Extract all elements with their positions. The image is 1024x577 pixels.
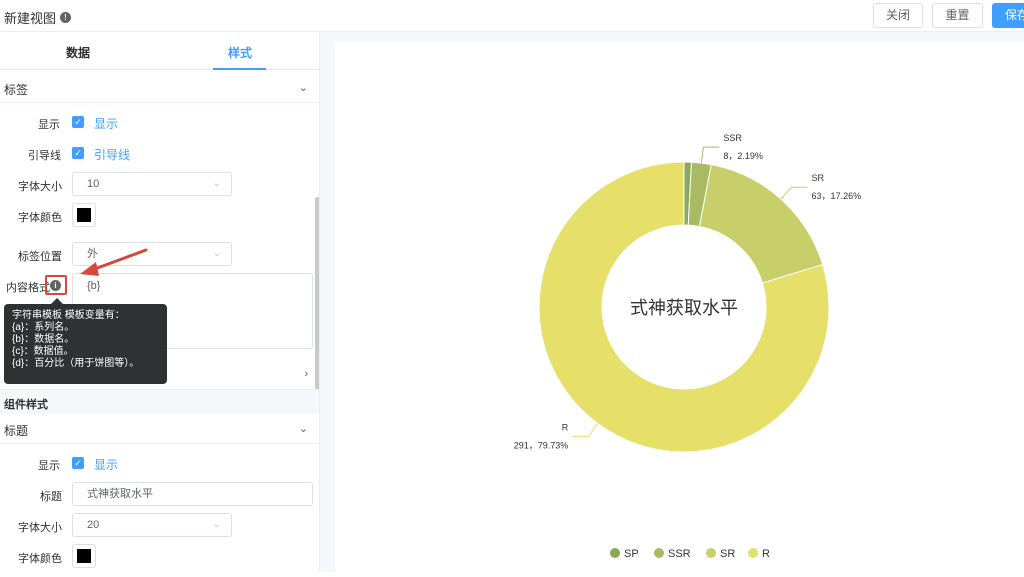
tab-bar: 数据 样式 <box>0 32 319 70</box>
label-leader-line <box>780 186 808 200</box>
top-bar: 新建视图 ! 关闭 重置 保存 <box>0 0 1024 32</box>
settings-panel: 数据 样式 标签 ⌄ 显示 ✓ 显示 引导线 ✓ 引导线 字体大小 10 ⌄ 字… <box>0 32 320 572</box>
legend-marker-sr[interactable] <box>706 548 716 558</box>
page-title-text: 新建视图 <box>4 11 57 26</box>
tab-style[interactable]: 样式 <box>228 44 252 61</box>
component-style-bar: 组件样式 <box>0 390 319 414</box>
title-show-label: 显示 <box>38 460 60 472</box>
color-swatch <box>77 549 91 563</box>
title-show-checkbox[interactable]: ✓ <box>72 457 84 469</box>
page-title: 新建视图 ! <box>4 8 72 27</box>
info-icon[interactable]: i <box>50 280 61 291</box>
font-size-label: 字体大小 <box>18 181 62 193</box>
legend-marker-ssr[interactable] <box>654 548 664 558</box>
slice-label-name: SSR <box>723 133 742 143</box>
chart-title: 式神获取水平 <box>630 298 738 318</box>
reset-button[interactable]: 重置 <box>932 3 983 28</box>
font-size-select[interactable]: 10 ⌄ <box>72 172 232 196</box>
guide-line-checkbox-text[interactable]: 引导线 <box>94 146 130 163</box>
label-position-value: 外 <box>87 248 98 260</box>
label-position-label: 标签位置 <box>18 251 62 263</box>
guide-line-label: 引导线 <box>28 150 61 162</box>
pie-slice-sr[interactable] <box>698 164 824 284</box>
title-section-header[interactable]: 标题 ⌄ <box>0 414 319 444</box>
component-style-heading: 组件样式 <box>4 399 48 411</box>
close-button[interactable]: 关闭 <box>873 3 923 28</box>
label-section-header[interactable]: 标签 ⌄ <box>0 73 319 103</box>
label-leader-line <box>572 423 599 437</box>
format-tooltip: 字符串模板 模板变量有： {a}：系列名。 {b}：数据名。 {c}：数据值。 … <box>4 304 167 384</box>
chevron-right-icon: › <box>304 368 308 380</box>
tooltip-line: {b}：数据名。 <box>12 334 75 345</box>
chevron-down-icon: ⌄ <box>298 423 308 435</box>
label-leader-line <box>700 146 720 164</box>
color-swatch <box>77 208 91 222</box>
title-font-size-label: 字体大小 <box>18 522 62 534</box>
label-position-select[interactable]: 外 ⌄ <box>72 242 232 266</box>
content-format-label: 内容格式 <box>6 282 50 294</box>
slice-label-name: R <box>562 422 569 432</box>
slice-label-value: 291，79.73% <box>514 440 569 450</box>
tooltip-line: {c}：数据值。 <box>12 346 74 357</box>
chevron-down-icon: ⌄ <box>298 82 308 94</box>
preview-area: 式神获取水平 SSR 8，2.19% SR 63，17.26% R 291，79.73% SP… <box>320 32 1024 572</box>
chevron-down-icon: ⌄ <box>212 248 221 259</box>
tab-active-indicator <box>213 68 266 70</box>
legend-label[interactable]: SR <box>720 548 735 560</box>
tooltip-line: {a}：系列名。 <box>12 322 75 333</box>
legend-marker-r[interactable] <box>748 548 758 558</box>
title-font-color-label: 字体颜色 <box>18 553 62 565</box>
tooltip-line: {d}：百分比（用于饼图等）。 <box>12 358 140 369</box>
label-section-title: 标签 <box>4 83 29 97</box>
font-color-picker[interactable] <box>72 203 96 227</box>
save-button[interactable]: 保存 <box>992 3 1024 28</box>
show-checkbox[interactable]: ✓ <box>72 116 84 128</box>
title-font-size-value: 20 <box>87 519 100 531</box>
chevron-down-icon: ⌄ <box>212 178 221 189</box>
slice-label-value: 8，2.19% <box>723 151 763 161</box>
chevron-down-icon: ⌄ <box>212 519 221 530</box>
title-section-title: 标题 <box>4 424 29 438</box>
guide-line-checkbox[interactable]: ✓ <box>72 147 84 159</box>
title-font-color-picker[interactable] <box>72 544 96 568</box>
tooltip-line: 字符串模板 模板变量有： <box>12 310 125 321</box>
font-color-label: 字体颜色 <box>18 212 62 224</box>
info-icon[interactable]: ! <box>60 12 72 23</box>
font-size-value: 10 <box>87 178 100 190</box>
title-font-size-select[interactable]: 20 ⌄ <box>72 513 232 537</box>
title-input[interactable]: 式神获取水平 <box>72 482 313 506</box>
tab-data[interactable]: 数据 <box>66 44 90 61</box>
slice-label-value: 63，17.26% <box>812 191 862 201</box>
legend-marker-sp[interactable] <box>610 548 620 558</box>
title-label: 标题 <box>40 491 62 503</box>
legend-label[interactable]: SSR <box>668 548 691 560</box>
legend-label[interactable]: R <box>762 548 770 560</box>
slice-label-name: SR <box>812 173 825 183</box>
legend-label[interactable]: SP <box>624 548 639 560</box>
pie-chart: 式神获取水平 SSR 8，2.19% SR 63，17.26% R 291，79.73% SP… <box>514 133 862 560</box>
show-label: 显示 <box>38 119 60 131</box>
show-checkbox-text[interactable]: 显示 <box>94 115 118 132</box>
title-show-checkbox-text[interactable]: 显示 <box>94 456 118 473</box>
chart-canvas: 式神获取水平 SSR 8，2.19% SR 63，17.26% R 291，79.73% SP… <box>335 42 1024 572</box>
